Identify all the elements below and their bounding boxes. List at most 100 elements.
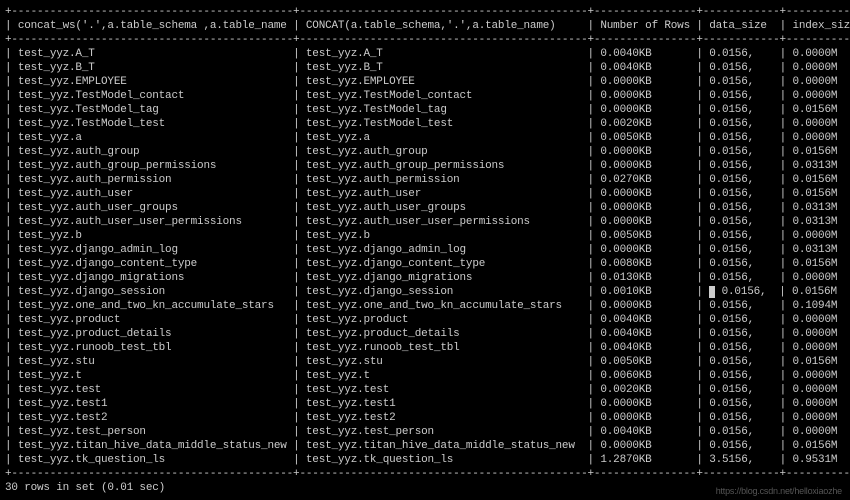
cell: test_yyz.TestModel_tag [18,104,287,116]
cell: 0.0000KB [600,188,690,200]
cell: 0.0000KB [600,146,690,158]
table-row: | test_yyz.EMPLOYEE | test_yyz.EMPLOYEE … [5,75,845,89]
cell: test_yyz.titan_hive_data_middle_status_n… [306,440,581,452]
cell: test_yyz.b [18,230,287,242]
cell: test_yyz.django_admin_log [18,244,287,256]
table-row: | test_yyz.auth_permission | test_yyz.au… [5,173,845,187]
table-row: | test_yyz.auth_user_groups | test_yyz.a… [5,201,845,215]
cell: test_yyz.test1 [306,398,581,410]
cell: 0.0156, [709,356,773,368]
table-row: | test_yyz.django_content_type | test_yy… [5,257,845,271]
cell: test_yyz.A_T [306,48,581,60]
cell: 0.0156, [709,174,773,186]
query-result-table: +---------------------------------------… [5,5,845,495]
cell: test_yyz.product [18,314,287,326]
cell: test_yyz.auth_user [18,188,287,200]
cell: test_yyz.auth_group_permissions [18,160,287,172]
cell: 0.0156, [709,132,773,144]
table-row: | test_yyz.a | test_yyz.a | 0.0050KB | 0… [5,131,845,145]
cell: 0.0156, [709,202,773,214]
cell: 0.0040KB [600,342,690,354]
table-divider: +---------------------------------------… [5,33,845,47]
cell: 0.0156, [709,300,773,312]
cell: 0.0156, [709,328,773,340]
cell: 0.0156, [709,216,773,228]
table-divider: +---------------------------------------… [5,467,845,481]
cell: 0.0060KB [600,370,690,382]
cell: 0.0130KB [600,272,690,284]
cell: test_yyz.auth_user_groups [306,202,581,214]
cell: test_yyz.titan_hive_data_middle_status_n… [18,440,287,452]
cell: 0.0000KB [600,202,690,214]
cell: test_yyz.product [306,314,581,326]
table-row: | test_yyz.titan_hive_data_middle_status… [5,439,845,453]
cell: 0.0156M [792,146,850,158]
cell: test_yyz.django_content_type [18,258,287,270]
cell: 0.0050KB [600,356,690,368]
table-row: | test_yyz.product_details | test_yyz.pr… [5,327,845,341]
cell: 0.0156M [792,104,850,116]
cell: test_yyz.product_details [306,328,581,340]
cell: 0.0156, [709,342,773,354]
cell: test_yyz.runoob_test_tbl [306,342,581,354]
table-row: | test_yyz.TestModel_contact | test_yyz.… [5,89,845,103]
cell: test_yyz.EMPLOYEE [306,76,581,88]
cell: test_yyz.auth_group [306,146,581,158]
cell: 0.0156M [792,188,850,200]
cell: 0.0156, [709,90,773,102]
cell: 0.0270KB [600,174,690,186]
cell: test_yyz.test_person [18,426,287,438]
cell: test_yyz.django_session [306,286,581,298]
cell: test_yyz.stu [306,356,581,368]
cell: 0.0000M [792,328,850,340]
cell: 0.0000M [792,426,850,438]
cell: 0.0040KB [600,426,690,438]
table-divider: +---------------------------------------… [5,5,845,19]
cell: 0.0000M [792,314,850,326]
cell: test_yyz.TestModel_test [306,118,581,130]
table-row: | test_yyz.runoob_test_tbl | test_yyz.ru… [5,341,845,355]
cell: test_yyz.test [18,384,287,396]
cell: test_yyz.b [306,230,581,242]
cell: 0.0020KB [600,118,690,130]
cell: 0.0156, [709,230,773,242]
table-row: | test_yyz.t | test_yyz.t | 0.0060KB | 0… [5,369,845,383]
cell: 0.0000M [792,132,850,144]
cell: test_yyz.auth_permission [18,174,287,186]
cell: 0.1094M [792,300,850,312]
cell: 0.0156, [709,160,773,172]
cell: 0.0000M [792,62,850,74]
cell: 0.0313M [792,202,850,214]
cell: concat_ws('.',a.table_schema ,a.table_na… [18,20,287,32]
cell: 0.0156, [709,104,773,116]
table-row: | test_yyz.test_person | test_yyz.test_p… [5,425,845,439]
cell: 0.0156, [709,244,773,256]
cell: 0.0000M [792,76,850,88]
cell: 0.0156, [709,426,773,438]
table-row: | test_yyz.product | test_yyz.product | … [5,313,845,327]
cell: 0.0156, [709,412,773,424]
cell: 0.0000KB [600,398,690,410]
cell: 0.0156M [792,356,850,368]
cell: 0.0156, [709,146,773,158]
table-row: | test_yyz.test2 | test_yyz.test2 | 0.00… [5,411,845,425]
cell: 0.0156M [792,174,850,186]
cell: test_yyz.tk_question_ls [18,454,287,466]
cell: 0.0156, [709,398,773,410]
cell: 0.0156, [709,258,773,270]
cell: test_yyz.test [306,384,581,396]
cell: 0.0156, [715,286,773,298]
cell: test_yyz.auth_user_groups [18,202,287,214]
cell: 0.0156, [709,440,773,452]
cell: data_size [709,20,773,32]
cell: test_yyz.auth_user [306,188,581,200]
cell: 0.0156, [709,76,773,88]
cell: test_yyz.EMPLOYEE [18,76,287,88]
cell: test_yyz.B_T [306,62,581,74]
cell: 0.0313M [792,216,850,228]
cell: test_yyz.TestModel_contact [18,90,287,102]
cell: 0.0000KB [600,216,690,228]
cell: test_yyz.TestModel_tag [306,104,581,116]
cell: 0.0040KB [600,62,690,74]
cell: test_yyz.one_and_two_kn_accumulate_stars [18,300,287,312]
